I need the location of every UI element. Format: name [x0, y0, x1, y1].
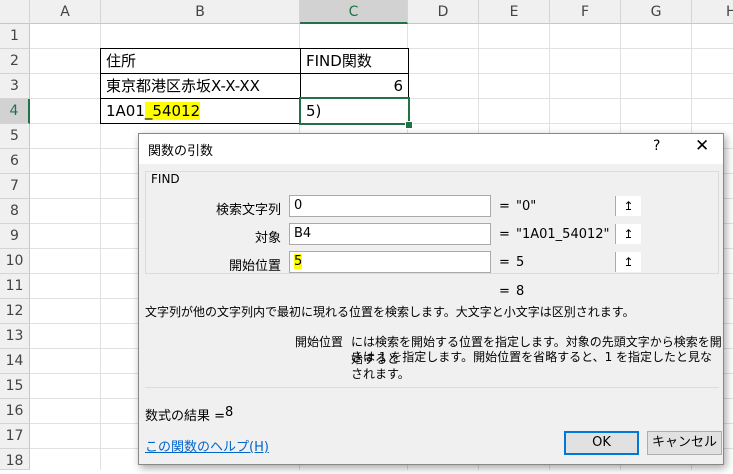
dialog-title-bar[interactable]: 関数の引数 ? ✕	[139, 134, 723, 164]
row-header-2[interactable]: 2	[0, 49, 30, 74]
arg-help-name: 開始位置	[295, 335, 344, 349]
arg-label-within-text: 対象	[254, 231, 281, 246]
column-header-b[interactable]: B	[101, 0, 300, 24]
help-icon[interactable]: ?	[653, 138, 660, 154]
row-header-12[interactable]: 12	[0, 299, 30, 324]
column-header-g[interactable]: G	[621, 0, 692, 24]
find-text-result: "0"	[516, 199, 537, 214]
cell-c3[interactable]: 6	[300, 73, 409, 99]
row-header-6[interactable]: 6	[0, 149, 30, 174]
dialog-title: 関数の引数	[148, 144, 214, 159]
formula-result-label: 数式の結果 =	[145, 409, 226, 424]
close-icon[interactable]: ✕	[695, 136, 709, 156]
row-header-4[interactable]: 4	[0, 99, 30, 124]
function-name-label: FIND	[151, 172, 180, 186]
start-num-input[interactable]: 5 ↥	[289, 251, 641, 273]
cell-b4[interactable]: 1A01_54012	[100, 98, 301, 124]
function-arguments-dialog: 関数の引数 ? ✕ FIND 検索文字列 0 ↥ = "0" 対象 B4 ↥ =…	[138, 133, 724, 465]
row-header-11[interactable]: 11	[0, 274, 30, 299]
cell-b4-highlighted-text: _54012	[144, 102, 201, 120]
cancel-button[interactable]: キャンセル	[647, 431, 722, 455]
cell-b4-text: 1A01	[106, 102, 145, 120]
arg-equals-sign: =	[499, 199, 510, 214]
select-all-corner[interactable]	[0, 0, 30, 24]
find-text-value: 0	[294, 198, 303, 213]
formula-result-preview: 8	[516, 284, 525, 299]
column-header-c[interactable]: C	[300, 0, 408, 24]
row-header-7[interactable]: 7	[0, 174, 30, 199]
start-num-result: 5	[516, 255, 525, 270]
column-header-a[interactable]: A	[30, 0, 101, 24]
collapse-dialog-icon[interactable]: ↥	[615, 196, 641, 216]
start-num-value: 5	[294, 254, 303, 269]
row-header-17[interactable]: 17	[0, 424, 30, 449]
cell-b2[interactable]: 住所	[100, 48, 301, 74]
row-header-1[interactable]: 1	[0, 24, 30, 49]
dialog-separator	[145, 387, 719, 388]
collapse-dialog-icon[interactable]: ↥	[615, 224, 641, 244]
column-header-d[interactable]: D	[408, 0, 479, 24]
row-header-13[interactable]: 13	[0, 324, 30, 349]
column-header-e[interactable]: E	[479, 0, 550, 24]
cell-b3[interactable]: 東京都港区赤坂X-X-XX	[100, 73, 301, 99]
within-text-result: "1A01_54012"	[516, 227, 610, 242]
row-header-3[interactable]: 3	[0, 74, 30, 99]
function-description: 文字列が他の文字列内で最初に現れる位置を検索します。大文字と小文字は区別されます…	[145, 305, 635, 319]
formula-result-value: 8	[225, 405, 234, 420]
row-header-16[interactable]: 16	[0, 399, 30, 424]
formula-equals-sign: =	[499, 284, 510, 299]
arg-equals-sign: =	[499, 255, 510, 270]
arg-label-start-num: 開始位置	[228, 259, 281, 274]
within-text-input[interactable]: B4 ↥	[289, 223, 641, 245]
collapse-dialog-icon[interactable]: ↥	[615, 252, 641, 272]
arg-label-find-text: 検索文字列	[215, 203, 281, 218]
arg-equals-sign: =	[499, 227, 510, 242]
row-header-10[interactable]: 10	[0, 249, 30, 274]
find-text-input[interactable]: 0 ↥	[289, 195, 641, 217]
row-header-18[interactable]: 18	[0, 449, 30, 470]
row-header-14[interactable]: 14	[0, 349, 30, 374]
ok-button[interactable]: OK	[564, 431, 639, 455]
row-header-5[interactable]: 5	[0, 124, 30, 149]
row-header-8[interactable]: 8	[0, 199, 30, 224]
active-cell-border	[299, 97, 410, 125]
function-help-link[interactable]: この関数のヘルプ(H)	[145, 436, 269, 455]
cell-c2[interactable]: FIND関数	[300, 48, 409, 74]
column-header-f[interactable]: F	[550, 0, 621, 24]
row-header-15[interactable]: 15	[0, 374, 30, 399]
arg-help-line-2: きは 1 を指定します。開始位置を省略すると、1 を指定したと見なされます。	[351, 350, 713, 381]
within-text-value: B4	[294, 226, 312, 241]
row-header-9[interactable]: 9	[0, 224, 30, 249]
fill-handle[interactable]	[405, 121, 413, 129]
column-header-h[interactable]: H	[692, 0, 733, 24]
